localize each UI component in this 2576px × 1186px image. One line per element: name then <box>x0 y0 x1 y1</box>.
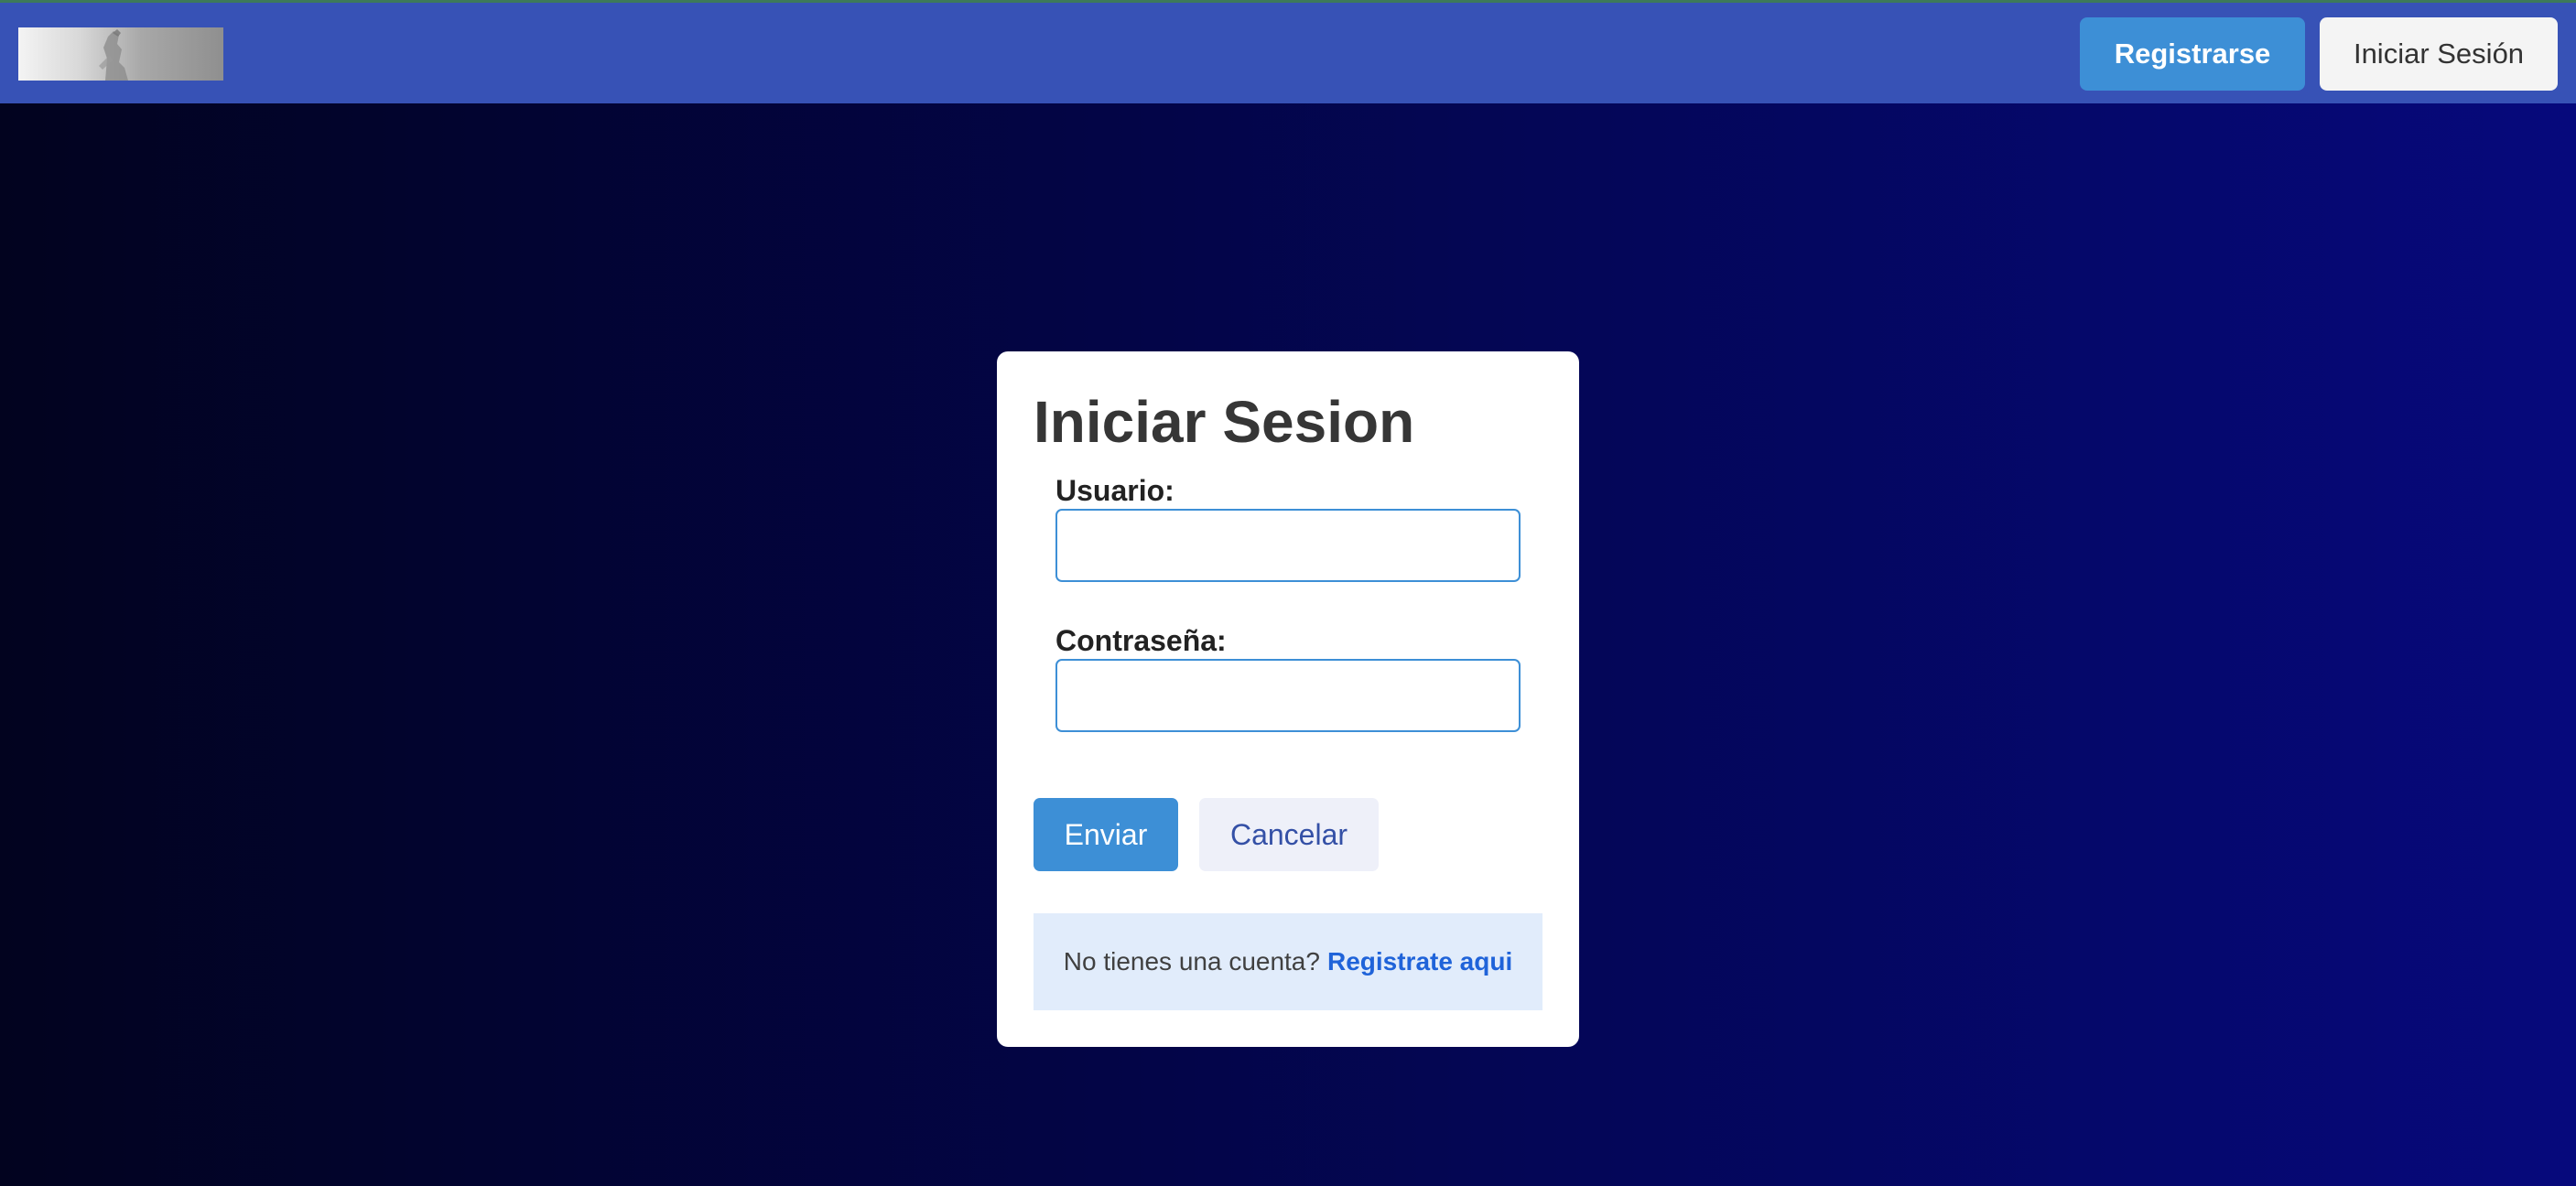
statue-logo-icon[interactable] <box>18 27 223 81</box>
username-label: Usuario: <box>1055 474 1174 507</box>
statue-logo-graphic <box>99 29 128 81</box>
register-notice: No tienes una cuenta? Registrate aqui <box>1034 913 1542 1010</box>
submit-button[interactable]: Enviar <box>1034 798 1178 871</box>
password-input[interactable] <box>1055 659 1521 732</box>
cancel-button[interactable]: Cancelar <box>1199 798 1379 871</box>
login-title: Iniciar Sesion <box>1034 389 1415 455</box>
username-input[interactable] <box>1055 509 1521 582</box>
no-account-text: No tienes una cuenta? <box>1063 947 1320 976</box>
login-button[interactable]: Iniciar Sesión <box>2320 17 2558 91</box>
register-link[interactable]: Registrate aqui <box>1327 947 1512 976</box>
password-label: Contraseña: <box>1055 624 1227 657</box>
register-button[interactable]: Registrarse <box>2080 17 2305 91</box>
top-navbar: Registrarse Iniciar Sesión <box>0 0 2576 103</box>
login-card: Iniciar Sesion Usuario: Contraseña: Envi… <box>997 351 1579 1047</box>
